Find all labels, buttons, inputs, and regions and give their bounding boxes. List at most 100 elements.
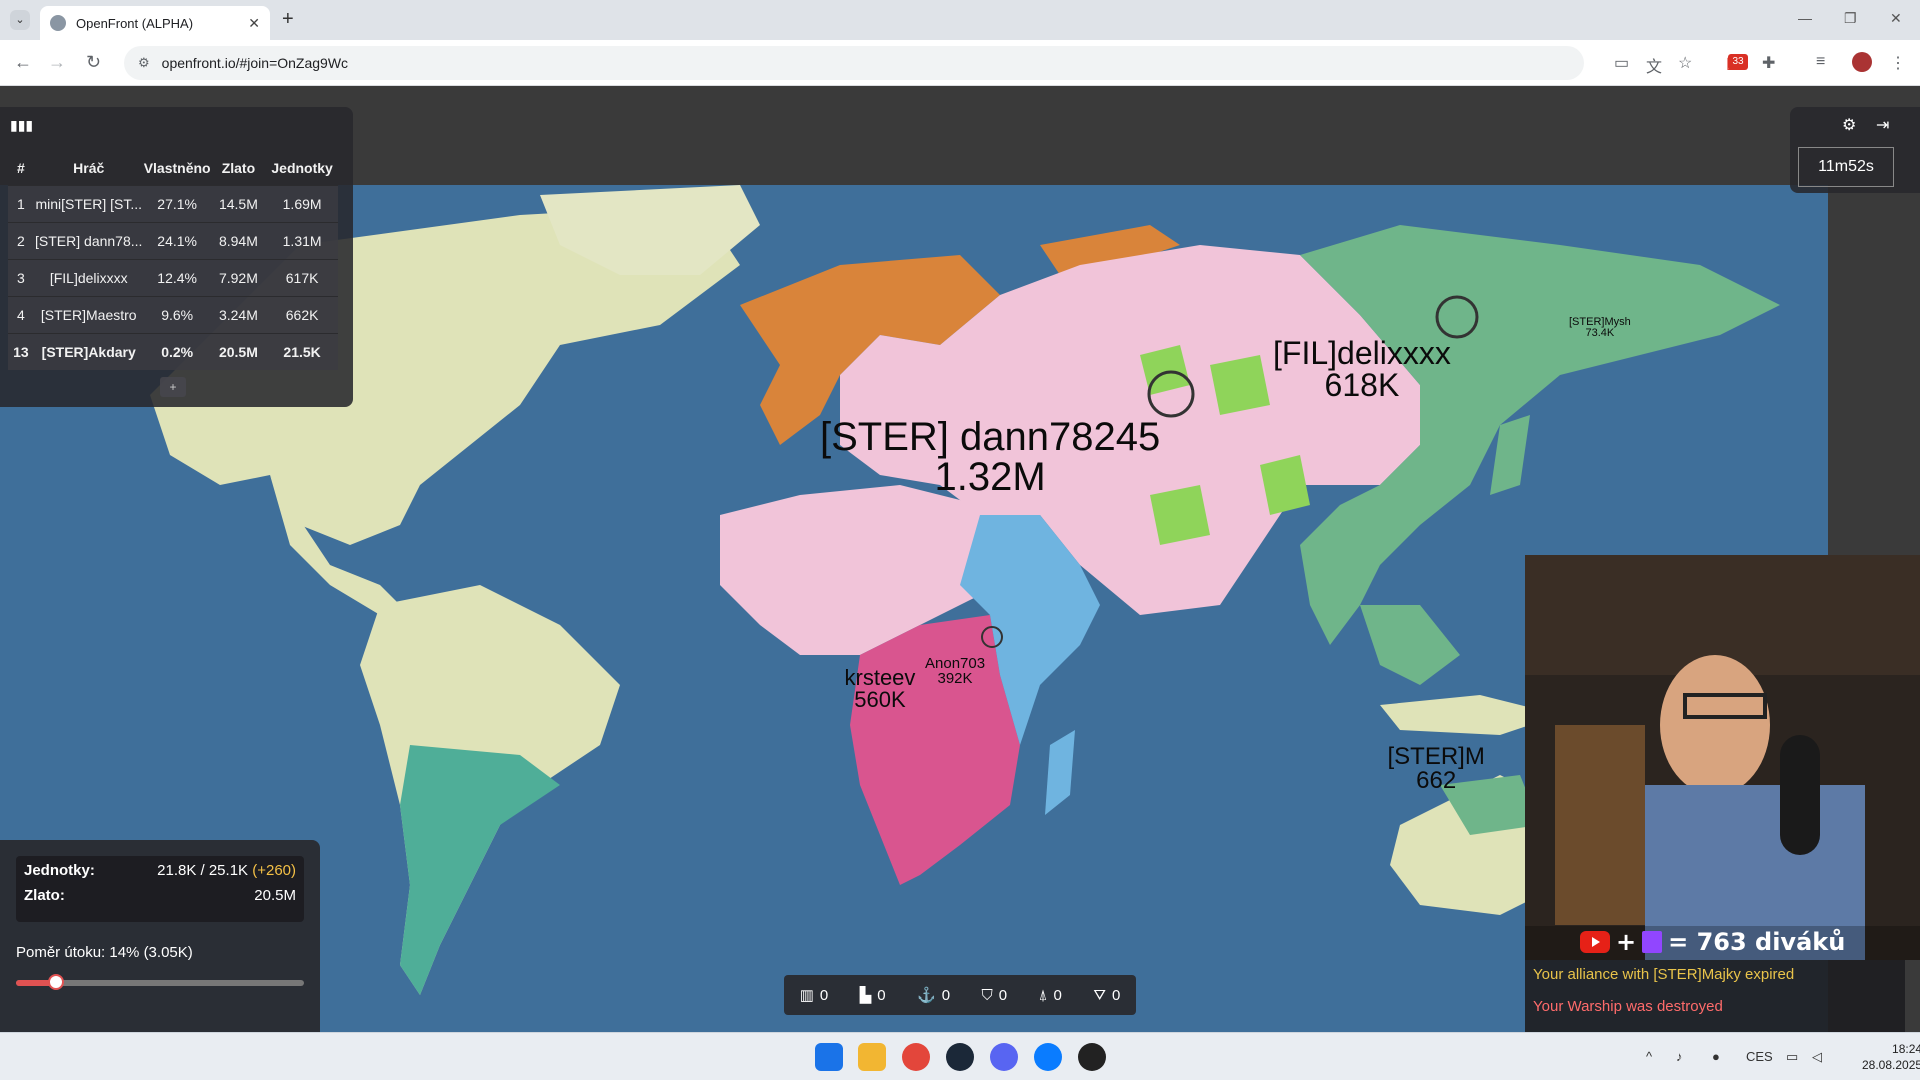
sam-count[interactable]: ⛛ 0 xyxy=(1093,987,1120,1004)
player: [FIL]delixxxx xyxy=(33,258,144,296)
leaderboard-row[interactable]: 1 mini[STER] [ST... 27.1% 14.5M 1.69M xyxy=(8,184,338,222)
browser-toolbar: ← → ↻ ⚙ openfront.io/#join=OnZag9Wc ▭ 文 … xyxy=(0,40,1920,86)
map-label-mysh: [STER]Mysh 73.4K xyxy=(1569,317,1631,339)
units: 617K xyxy=(266,258,338,296)
player-units: 618K xyxy=(1324,367,1400,403)
col-owned[interactable]: Vlastněno xyxy=(144,151,211,185)
resource-box: Jednotky: 21.8K / 25.1K (+260) Zlato: 20… xyxy=(16,856,304,922)
gold: 3.24M xyxy=(210,295,267,333)
col-rank[interactable]: # xyxy=(8,151,34,185)
player-units: 392K xyxy=(937,670,973,687)
system-clock[interactable]: 18:24 28.08.2025 xyxy=(1862,1041,1920,1073)
port-count[interactable]: ⚓ 0 xyxy=(917,986,951,1005)
settings-gear-icon[interactable]: ⚙ xyxy=(1842,115,1856,135)
units: 662K xyxy=(266,295,338,333)
site-info-icon[interactable]: ⚙ xyxy=(138,55,150,71)
minimize-icon[interactable]: — xyxy=(1798,10,1812,26)
rank: 3 xyxy=(8,258,34,296)
leaderboard-toggle-icon[interactable]: ▮▮▮ xyxy=(10,117,33,133)
factory-icon: ▙ xyxy=(859,987,872,1004)
new-tab-button[interactable]: + xyxy=(282,8,294,31)
map-label-sterm: [STER]M 662 xyxy=(1388,745,1485,793)
gold: 20.5M xyxy=(210,332,267,370)
port-count-value: 0 xyxy=(941,986,951,1004)
bookmark-star-icon[interactable]: ☆ xyxy=(1678,53,1692,73)
window-close-icon[interactable]: ✕ xyxy=(1890,10,1902,27)
address-bar[interactable]: ⚙ openfront.io/#join=OnZag9Wc xyxy=(124,46,1584,80)
menu-kebab-icon[interactable]: ⋮ xyxy=(1890,53,1906,73)
restore-icon[interactable]: ❐ xyxy=(1844,10,1857,27)
clock-time: 18:24 xyxy=(1892,1042,1920,1056)
back-icon[interactable]: ← xyxy=(14,52,32,73)
clock-date: 28.08.2025 xyxy=(1862,1058,1920,1072)
forward-icon[interactable]: → xyxy=(48,52,66,73)
col-units[interactable]: Jednotky xyxy=(266,151,338,185)
language-indicator[interactable]: CES xyxy=(1746,1049,1773,1064)
missile-silo-count[interactable]: ⍋ 0 xyxy=(1039,987,1062,1004)
steam-icon[interactable] xyxy=(946,1043,974,1071)
player-name: [STER]M xyxy=(1387,743,1485,770)
player: [STER]Maestro xyxy=(33,295,144,333)
col-player[interactable]: Hráč xyxy=(34,151,144,185)
gold: 7.92M xyxy=(210,258,267,296)
leaderboard-row-current-player[interactable]: 13 [STER]Akdary 0.2% 20.5M 21.5K xyxy=(8,332,338,370)
reload-icon[interactable]: ↻ xyxy=(86,52,101,73)
event-log: Your alliance with [STER]Majky expired Y… xyxy=(1525,960,1905,1032)
leaderboard-row[interactable]: 4 [STER]Maestro 9.6% 3.24M 662K xyxy=(8,295,338,333)
leaderboard-expand-button[interactable]: + xyxy=(160,377,186,397)
rank: 1 xyxy=(8,184,34,222)
viewer-plus: + xyxy=(1616,928,1637,956)
tray-expand-icon[interactable]: ^ xyxy=(1646,1049,1652,1064)
volume-icon[interactable]: ◁ xyxy=(1812,1049,1822,1065)
windows-start-icon[interactable] xyxy=(815,1043,843,1071)
player-name: [FIL]delixxxx xyxy=(1273,335,1451,371)
col-gold[interactable]: Zlato xyxy=(211,151,267,185)
site-favicon-icon xyxy=(50,15,66,31)
close-tab-icon[interactable]: ✕ xyxy=(248,15,260,32)
tab-search-button[interactable]: ⌄ xyxy=(10,10,30,30)
speaker-icon[interactable]: ♪ xyxy=(1676,1049,1683,1064)
attack-ratio-handle[interactable] xyxy=(48,974,65,990)
player-name: [STER] dann78245 xyxy=(820,415,1161,459)
city-count-value: 0 xyxy=(819,986,829,1004)
leaderboard-panel: ▮▮▮ # Hráč Vlastněno Zlato Jednotky 1 mi… xyxy=(0,107,353,407)
microphone-icon[interactable]: ● xyxy=(1712,1049,1720,1064)
owned: 9.6% xyxy=(143,295,211,333)
leaderboard-row[interactable]: 2 [STER] dann78... 24.1% 8.94M 1.31M xyxy=(8,221,338,259)
player-stats-panel: Jednotky: 21.8K / 25.1K (+260) Zlato: 20… xyxy=(0,840,320,1032)
browser-tab[interactable]: OpenFront (ALPHA) ✕ xyxy=(40,6,270,40)
chrome-icon[interactable] xyxy=(902,1043,930,1071)
install-app-icon[interactable]: ▭ xyxy=(1614,53,1629,73)
exit-game-icon[interactable]: ⇥ xyxy=(1876,115,1889,135)
obs-icon[interactable] xyxy=(1078,1043,1106,1071)
owned: 0.2% xyxy=(143,332,211,370)
discord-icon[interactable] xyxy=(990,1043,1018,1071)
player: mini[STER] [ST... xyxy=(33,184,144,222)
youtube-icon xyxy=(1580,931,1610,953)
file-explorer-icon[interactable] xyxy=(858,1043,886,1071)
missile-silo-count-value: 0 xyxy=(1053,986,1062,1004)
city-count[interactable]: ▥ 0 xyxy=(799,986,829,1005)
map-label-dann: [STER] dann78245 1.32M xyxy=(820,417,1160,497)
south-america-teal xyxy=(400,745,560,995)
messenger-icon[interactable] xyxy=(1034,1043,1062,1071)
game-timer: 11m52s xyxy=(1798,147,1894,187)
browser-tab-bar: ⌄ OpenFront (ALPHA) ✕ + — ❐ ✕ xyxy=(0,0,1920,40)
profile-avatar[interactable] xyxy=(1852,52,1872,72)
url-text: openfront.io/#join=OnZag9Wc xyxy=(161,55,349,71)
units-row: Jednotky: 21.8K / 25.1K (+260) xyxy=(16,856,304,881)
network-icon[interactable]: ▭ xyxy=(1786,1049,1798,1065)
city-icon: ▥ xyxy=(799,987,814,1004)
factory-count-value: 0 xyxy=(877,986,886,1004)
defense-count[interactable]: ⛉ 0 xyxy=(981,987,1007,1004)
extensions-puzzle-icon[interactable]: ✚ xyxy=(1762,53,1775,73)
gold: 8.94M xyxy=(210,221,267,259)
factory-count[interactable]: ▙ 0 xyxy=(859,986,886,1005)
windows-taskbar: ^ ♪ ● CES ▭ ◁ 18:24 28.08.2025 xyxy=(0,1032,1920,1080)
player: [STER]Akdary xyxy=(33,332,144,370)
player-name: Anon703 xyxy=(925,655,986,672)
media-control-icon[interactable]: ≡ xyxy=(1816,53,1825,71)
translate-icon[interactable]: 文 xyxy=(1646,53,1662,77)
leaderboard-row[interactable]: 3 [FIL]delixxxx 12.4% 7.92M 617K xyxy=(8,258,338,296)
attack-ratio-slider[interactable] xyxy=(16,974,304,990)
